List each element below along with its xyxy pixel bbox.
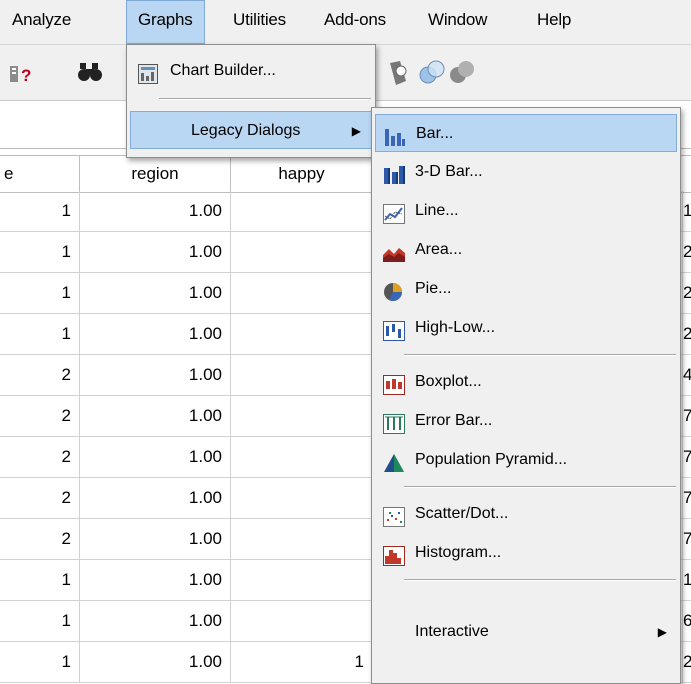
- cell[interactable]: 2: [0, 437, 80, 477]
- menu-item-pie[interactable]: Pie...: [375, 270, 677, 308]
- cell[interactable]: [231, 355, 373, 395]
- boxplot-icon: [383, 372, 405, 395]
- cell[interactable]: [231, 191, 373, 231]
- submenu-arrow-icon: ▶: [351, 124, 361, 138]
- cell[interactable]: 1.00: [80, 642, 231, 682]
- high-low-chart-icon: [383, 318, 405, 341]
- bar-chart-icon: [384, 124, 405, 146]
- cell[interactable]: 4: [683, 355, 691, 395]
- submenu-arrow-icon: ▶: [657, 625, 667, 639]
- 3d-bar-chart-icon: [383, 162, 405, 184]
- cell[interactable]: 1.00: [80, 437, 231, 477]
- cell[interactable]: 7: [683, 437, 691, 477]
- line-chart-icon: [383, 201, 405, 224]
- cell[interactable]: 2: [0, 355, 80, 395]
- cell[interactable]: 2: [683, 314, 691, 354]
- menu-separator: [159, 98, 371, 100]
- cell[interactable]: 1: [0, 273, 80, 313]
- area-chart-icon: [383, 240, 405, 262]
- column-header-happy[interactable]: happy: [231, 156, 373, 192]
- menu-graphs[interactable]: Graphs: [126, 0, 205, 44]
- menu-window[interactable]: Window: [428, 10, 487, 30]
- cell[interactable]: [231, 437, 373, 477]
- cell[interactable]: 2: [0, 519, 80, 559]
- chart-toolbar-icons[interactable]: [388, 57, 498, 94]
- menu-utilities[interactable]: Utilities: [233, 10, 286, 30]
- cell[interactable]: 2: [683, 642, 691, 682]
- svg-text:?: ?: [21, 66, 31, 85]
- cell[interactable]: 7: [683, 519, 691, 559]
- cell[interactable]: 1.00: [80, 191, 231, 231]
- menu-item-interactive[interactable]: Interactive ▶: [375, 613, 677, 651]
- cell[interactable]: [231, 478, 373, 518]
- cell[interactable]: 2: [0, 478, 80, 518]
- menu-item-area[interactable]: Area...: [375, 231, 677, 269]
- cell[interactable]: 1.00: [80, 519, 231, 559]
- column-header-region[interactable]: region: [80, 156, 231, 192]
- menu-analyze[interactable]: Analyze: [12, 10, 71, 30]
- cell[interactable]: [231, 601, 373, 641]
- cell[interactable]: 1: [0, 560, 80, 600]
- population-pyramid-icon: [383, 450, 404, 472]
- cell[interactable]: 1.00: [80, 355, 231, 395]
- graphs-menu: Chart Builder... Legacy Dialogs ▶: [126, 44, 376, 158]
- cell[interactable]: 1: [0, 601, 80, 641]
- cell[interactable]: 2: [683, 232, 691, 272]
- cell[interactable]: 1.00: [80, 560, 231, 600]
- cell[interactable]: [231, 273, 373, 313]
- menu-item-population-pyramid[interactable]: Population Pyramid...: [375, 441, 677, 479]
- chart-builder-icon: [138, 61, 158, 84]
- error-bar-icon: [383, 411, 405, 434]
- menu-add-ons[interactable]: Add-ons: [324, 10, 386, 30]
- cell[interactable]: 7: [683, 396, 691, 436]
- variable-info-icon[interactable]: ?: [10, 63, 38, 90]
- cell[interactable]: 1: [231, 642, 373, 682]
- menu-item-histogram[interactable]: Histogram...: [375, 534, 677, 572]
- cell[interactable]: 2: [683, 273, 691, 313]
- cell[interactable]: 1.00: [80, 601, 231, 641]
- menu-help[interactable]: Help: [537, 10, 571, 30]
- cell[interactable]: 1: [683, 191, 691, 231]
- menu-item-chart-builder[interactable]: Chart Builder...: [130, 52, 372, 90]
- menu-bar: Analyze Graphs Utilities Add-ons Window …: [0, 0, 691, 45]
- cell[interactable]: [231, 314, 373, 354]
- cell[interactable]: 1.00: [80, 396, 231, 436]
- cell[interactable]: 1.00: [80, 478, 231, 518]
- menu-item-3d-bar[interactable]: 3-D Bar...: [375, 153, 677, 191]
- menu-item-boxplot[interactable]: Boxplot...: [375, 363, 677, 401]
- cell[interactable]: 1.00: [80, 273, 231, 313]
- cell[interactable]: 7: [683, 478, 691, 518]
- cell[interactable]: 6: [683, 601, 691, 641]
- cell[interactable]: 2: [0, 396, 80, 436]
- cell[interactable]: 1.00: [80, 314, 231, 354]
- cell[interactable]: [231, 560, 373, 600]
- menu-separator: [404, 354, 676, 356]
- cell[interactable]: 1: [0, 232, 80, 272]
- scatter-dot-icon: [383, 504, 405, 527]
- cell[interactable]: [231, 519, 373, 559]
- cell[interactable]: 1: [0, 191, 80, 231]
- pie-chart-icon: [383, 279, 403, 301]
- menu-item-high-low[interactable]: High-Low...: [375, 309, 677, 347]
- cell[interactable]: 1.00: [80, 232, 231, 272]
- column-header[interactable]: e: [0, 156, 80, 192]
- cell[interactable]: 1: [0, 642, 80, 682]
- legacy-dialogs-submenu: Bar... 3-D Bar... Line... Area... Pie...…: [371, 107, 681, 684]
- menu-item-error-bar[interactable]: Error Bar...: [375, 402, 677, 440]
- cell[interactable]: 1: [683, 560, 691, 600]
- cell[interactable]: [231, 396, 373, 436]
- cell[interactable]: 1: [0, 314, 80, 354]
- menu-separator: [404, 486, 676, 488]
- menu-item-bar[interactable]: Bar...: [375, 114, 677, 152]
- find-binoculars-icon[interactable]: [78, 61, 104, 88]
- menu-item-line[interactable]: Line...: [375, 192, 677, 230]
- menu-item-legacy-dialogs[interactable]: Legacy Dialogs ▶: [130, 111, 372, 149]
- histogram-icon: [383, 543, 405, 566]
- menu-separator: [404, 579, 676, 581]
- cell[interactable]: [231, 232, 373, 272]
- menu-item-scatter-dot[interactable]: Scatter/Dot...: [375, 495, 677, 533]
